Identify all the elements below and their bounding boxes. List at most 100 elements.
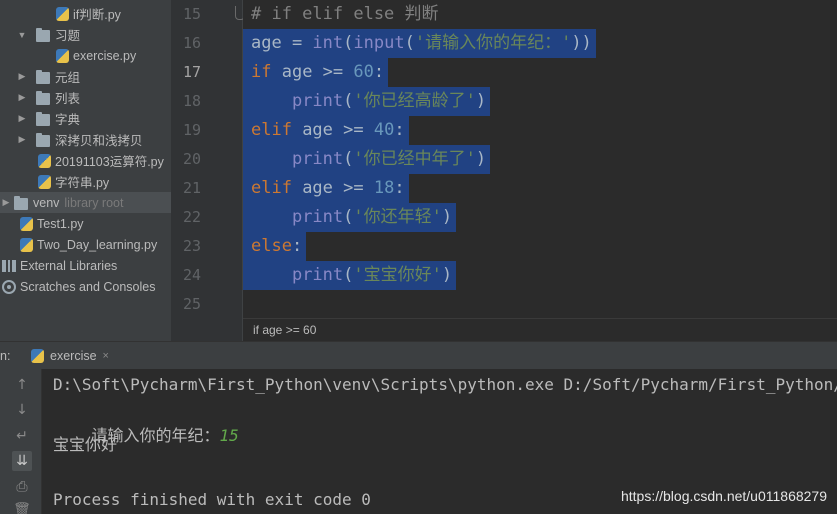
tree-item-label: External Libraries bbox=[20, 258, 118, 273]
code-line-selected[interactable]: print('你已经中年了') bbox=[243, 145, 491, 174]
code-token: ) bbox=[475, 149, 487, 169]
code-token: age >= bbox=[291, 178, 374, 198]
tree-item-label: Two_Day_learning.py bbox=[37, 237, 158, 252]
chevron-right-icon[interactable]: ▶ bbox=[0, 197, 12, 208]
tree-item-label: 元组 bbox=[55, 71, 81, 85]
scroll-up-icon[interactable]: ↑ bbox=[12, 375, 32, 395]
code-token: '你还年轻' bbox=[353, 207, 442, 227]
code-line-selected[interactable]: else: bbox=[243, 232, 307, 261]
console-exit-line: Process finished with exit code 0 bbox=[53, 490, 371, 509]
tree-item-label: 字典 bbox=[55, 113, 81, 127]
trash-icon[interactable]: 🗑 bbox=[12, 500, 32, 514]
code-token: '请输入你的年纪：' bbox=[414, 33, 572, 53]
tree-item-test1-file[interactable]: Test1.py bbox=[0, 213, 171, 234]
editor-gutter[interactable]: 15 16 17 18 19 20 21 22 23 24 25 bbox=[171, 0, 245, 341]
tree-item-operators-file[interactable]: 20191103运算符.py bbox=[0, 150, 171, 171]
run-tab-exercise[interactable]: exercise × bbox=[27, 342, 117, 369]
code-token: else bbox=[251, 236, 292, 256]
code-token: ) bbox=[441, 207, 453, 227]
tree-item-label: Scratches and Consoles bbox=[20, 279, 156, 294]
code-token: : bbox=[373, 62, 385, 82]
code-token: '你已经高龄了' bbox=[353, 91, 476, 111]
line-number: 21 bbox=[182, 179, 201, 197]
chevron-right-icon[interactable]: ▶ bbox=[16, 134, 28, 145]
tree-item-tuple-folder[interactable]: ▶ 元组 bbox=[0, 66, 171, 87]
scroll-to-end-icon[interactable]: ⇊ bbox=[12, 451, 32, 471]
run-tab-label: exercise bbox=[50, 348, 97, 363]
line-number: 18 bbox=[182, 92, 201, 110]
code-line-selected[interactable]: print('你已经高龄了') bbox=[243, 87, 491, 116]
tree-item-exercises-folder[interactable]: ▼ 习题 bbox=[0, 24, 171, 45]
code-token: ( bbox=[343, 207, 354, 227]
line-number-current: 17 bbox=[182, 63, 201, 81]
code-line-selected[interactable]: print('你还年轻') bbox=[243, 203, 457, 232]
tree-item-dict-folder[interactable]: ▶ 字典 bbox=[0, 108, 171, 129]
chevron-right-icon[interactable]: ▶ bbox=[16, 113, 28, 124]
code-token: ( bbox=[343, 265, 354, 285]
chevron-right-icon[interactable]: ▶ bbox=[16, 92, 28, 103]
tree-item-if-file[interactable]: if判断.py bbox=[0, 3, 171, 24]
soft-wrap-icon[interactable]: ↵ bbox=[12, 426, 32, 446]
code-token: ) bbox=[475, 91, 487, 111]
code-token: print bbox=[291, 265, 344, 285]
chevron-right-icon[interactable]: ▶ bbox=[16, 71, 28, 82]
scratches-icon bbox=[2, 279, 16, 294]
tree-item-label: venv bbox=[33, 195, 60, 210]
code-line-selected[interactable]: elif age >= 18: bbox=[243, 174, 409, 203]
code-line-selected[interactable]: elif age >= 40: bbox=[243, 116, 409, 145]
code-line-selected[interactable]: age = int(input('请输入你的年纪：')) bbox=[243, 29, 596, 58]
code-line[interactable]: # if elif else 判断 bbox=[243, 0, 443, 29]
line-number: 20 bbox=[182, 150, 201, 168]
tree-item-label: Test1.py bbox=[37, 216, 84, 231]
code-token: age >= bbox=[271, 62, 354, 82]
code-line-selected[interactable]: if age >= 60: bbox=[243, 58, 389, 87]
code-token: elif bbox=[251, 178, 292, 198]
folder-icon bbox=[36, 90, 50, 105]
code-token: : bbox=[394, 178, 405, 198]
code-line[interactable] bbox=[243, 290, 255, 318]
line-number: 16 bbox=[182, 34, 201, 52]
tree-item-exercise-file[interactable]: exercise.py bbox=[0, 45, 171, 66]
tree-item-venv[interactable]: ▶ venv library root bbox=[0, 192, 171, 213]
scroll-down-icon[interactable]: ↓ bbox=[12, 400, 32, 420]
print-icon[interactable]: ⎙ bbox=[12, 477, 32, 497]
watermark-text: https://blog.csdn.net/u011868279 bbox=[620, 488, 827, 504]
code-editor[interactable]: # if elif else 判断 age = int(input('请输入你的… bbox=[243, 0, 837, 318]
console-output-line: 宝宝你好 bbox=[53, 435, 118, 454]
line-number: 15 bbox=[182, 5, 201, 23]
tree-item-external-libraries[interactable]: External Libraries bbox=[0, 255, 171, 276]
close-icon[interactable]: × bbox=[103, 350, 109, 362]
tree-item-label: exercise.py bbox=[73, 48, 137, 63]
library-icon bbox=[2, 259, 16, 272]
code-token: 60 bbox=[353, 62, 374, 82]
python-file-icon bbox=[38, 153, 51, 168]
tree-item-label: 深拷贝和浅拷贝 bbox=[55, 134, 143, 148]
console-user-input: 15 bbox=[219, 426, 239, 445]
code-token: # if elif else 判断 bbox=[251, 4, 439, 24]
code-token: ( bbox=[404, 33, 415, 53]
line-number: 19 bbox=[182, 121, 201, 139]
run-label: n: bbox=[0, 349, 11, 363]
breadcrumb[interactable]: if age >= 60 bbox=[243, 318, 837, 341]
python-file-icon bbox=[38, 174, 51, 189]
folder-icon bbox=[36, 69, 50, 84]
tree-item-string-file[interactable]: 字符串.py bbox=[0, 171, 171, 192]
tree-item-scratches[interactable]: Scratches and Consoles bbox=[0, 276, 171, 297]
code-line-selected[interactable]: print('宝宝你好') bbox=[243, 261, 457, 290]
tree-item-list-folder[interactable]: ▶ 列表 bbox=[0, 87, 171, 108]
run-console[interactable]: D:\Soft\Pycharm\First_Python\venv\Script… bbox=[42, 369, 837, 514]
chevron-down-icon[interactable]: ▼ bbox=[16, 30, 28, 40]
code-token: if bbox=[251, 62, 272, 82]
line-number: 22 bbox=[182, 208, 201, 226]
tree-item-two-day-file[interactable]: Two_Day_learning.py bbox=[0, 234, 171, 255]
code-token: elif bbox=[251, 120, 292, 140]
python-file-icon bbox=[20, 216, 33, 231]
line-number: 24 bbox=[182, 266, 201, 284]
code-token: print bbox=[291, 149, 344, 169]
code-token: : bbox=[291, 236, 303, 256]
tree-item-copy-folder[interactable]: ▶ 深拷贝和浅拷贝 bbox=[0, 129, 171, 150]
code-token: age >= bbox=[291, 120, 374, 140]
